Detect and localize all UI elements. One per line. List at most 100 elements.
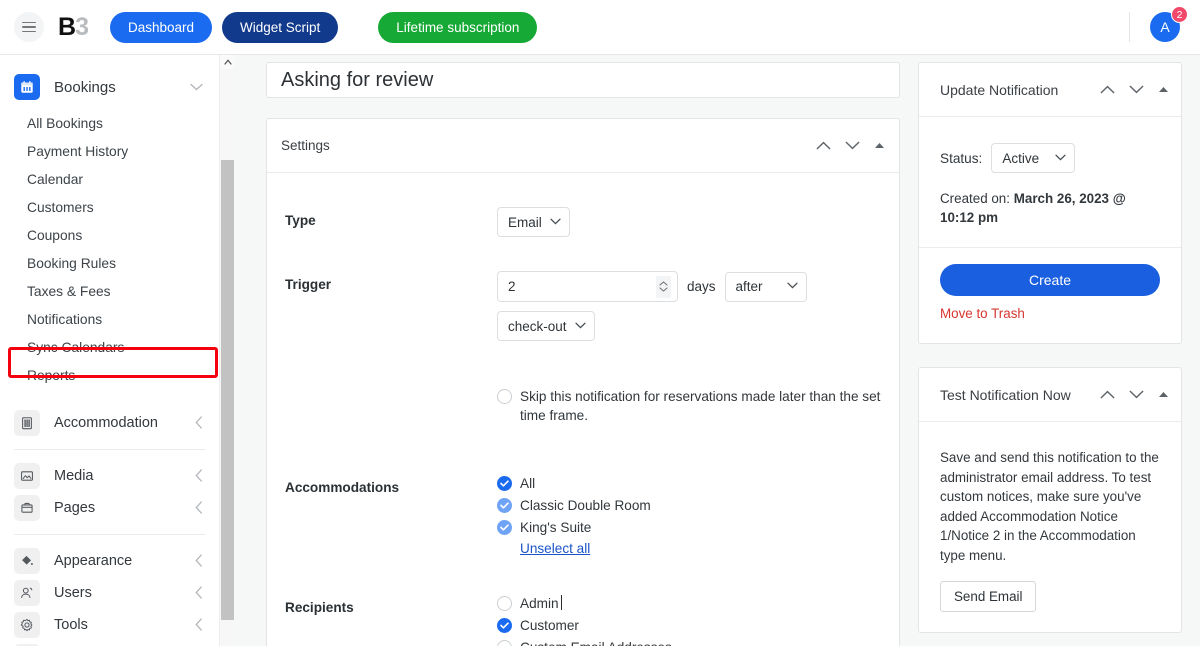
lifetime-subscription-button[interactable]: Lifetime subscription: [378, 11, 538, 43]
chevron-up-icon[interactable]: [1100, 85, 1115, 94]
status-row: Status: Active: [940, 143, 1160, 173]
quantity-stepper[interactable]: [656, 275, 671, 298]
chevron-left-icon[interactable]: [195, 617, 203, 633]
sidebar-scrollbar[interactable]: [219, 55, 235, 646]
page-title: Asking for review: [281, 68, 434, 91]
update-notification-panel: Update Notification Status: Active Creat…: [918, 62, 1182, 344]
chevron-down-icon: [786, 281, 798, 292]
logo-accent-letter: 3: [75, 12, 89, 41]
accommodation-label: King's Suite: [520, 520, 592, 535]
update-panel-footer: Create Move to Trash: [919, 247, 1181, 343]
sidebar-item-label: Pages: [54, 500, 96, 516]
recipient-label: Customer: [520, 618, 579, 633]
send-email-button[interactable]: Send Email: [940, 581, 1037, 612]
triangle-up-icon[interactable]: [1158, 86, 1169, 93]
chevron-down-icon[interactable]: [190, 81, 203, 93]
sidebar-item-partial[interactable]: [0, 641, 219, 646]
sidebar-item-sync-calendars[interactable]: Sync Calendars: [0, 333, 219, 361]
sidebar-item-accommodation[interactable]: Accommodation: [0, 407, 219, 439]
recipient-option-customer[interactable]: Customer: [497, 616, 883, 635]
create-button[interactable]: Create: [940, 264, 1160, 296]
sidebar-item-booking-rules[interactable]: Booking Rules: [0, 249, 219, 277]
sidebar-item-all-bookings[interactable]: All Bookings: [0, 109, 219, 137]
recipient-option-custom-email[interactable]: Custom Email Addresses: [497, 638, 883, 646]
settings-panel-header: Settings: [267, 119, 899, 173]
sidebar-item-payment-history[interactable]: Payment History: [0, 137, 219, 165]
scrollbar-thumb[interactable]: [221, 160, 234, 620]
skip-checkbox[interactable]: [497, 389, 512, 404]
checkbox-custom-email[interactable]: [497, 640, 512, 646]
skip-checkbox-row[interactable]: Skip this notification for reservations …: [497, 387, 883, 425]
chevron-down-icon[interactable]: [1129, 85, 1144, 94]
chevron-up-icon[interactable]: [1100, 390, 1115, 399]
chevron-left-icon[interactable]: [195, 553, 203, 569]
user-icon: [14, 580, 40, 606]
sidebar-item-coupons[interactable]: Coupons: [0, 221, 219, 249]
checkbox-all[interactable]: [497, 476, 512, 491]
recipient-option-admin[interactable]: Admin: [497, 594, 883, 613]
chevron-left-icon[interactable]: [195, 415, 203, 431]
update-panel-controls: [1100, 85, 1169, 94]
page-title-card[interactable]: Asking for review: [266, 62, 900, 98]
unselect-all-link[interactable]: Unselect all: [520, 541, 590, 556]
chevron-down-icon[interactable]: [1129, 390, 1144, 399]
chevron-left-icon[interactable]: [195, 500, 203, 516]
checkbox-customer[interactable]: [497, 618, 512, 633]
type-select[interactable]: Email: [497, 207, 570, 237]
checkbox-admin[interactable]: [497, 596, 512, 611]
chevron-down-icon: [574, 321, 586, 332]
sidebar-item-reports[interactable]: Reports: [0, 361, 219, 389]
sidebar-item-bookings[interactable]: Bookings: [0, 71, 219, 103]
sidebar-item-appearance[interactable]: Appearance: [0, 545, 219, 577]
accommodation-option-classic-double-room[interactable]: Classic Double Room: [497, 496, 883, 515]
status-value: Active: [1002, 150, 1040, 166]
recipient-label: Admin: [520, 595, 562, 611]
sidebar-item-users[interactable]: Users: [0, 577, 219, 609]
sidebar-item-taxes-fees[interactable]: Taxes & Fees: [0, 277, 219, 305]
sidebar-item-customers[interactable]: Customers: [0, 193, 219, 221]
notification-badge[interactable]: 2: [1171, 6, 1188, 23]
chevron-down-icon: [550, 217, 561, 228]
checkbox-classic-double-room[interactable]: [497, 498, 512, 513]
accommodation-option-kings-suite[interactable]: King's Suite: [497, 518, 883, 537]
trigger-control: 2 days after check-out: [497, 271, 899, 341]
sidebar-item-label: Accommodation: [54, 415, 158, 431]
sidebar-item-label: Users: [54, 585, 92, 601]
test-panel-header: Test Notification Now: [919, 368, 1181, 422]
field-row-accommodations: Accommodations All Classic Double Room K…: [267, 474, 899, 558]
accommodation-label: Classic Double Room: [520, 498, 651, 513]
chevron-left-icon[interactable]: [195, 468, 203, 484]
checkbox-kings-suite[interactable]: [497, 520, 512, 535]
trigger-event-select[interactable]: check-out: [497, 311, 595, 341]
dashboard-button[interactable]: Dashboard: [109, 11, 213, 43]
paint-icon: [14, 548, 40, 574]
app-logo[interactable]: B3: [58, 12, 89, 41]
status-select[interactable]: Active: [991, 143, 1076, 173]
image-icon: [14, 463, 40, 489]
chevron-down-icon[interactable]: [845, 141, 860, 150]
move-to-trash-link[interactable]: Move to Trash: [940, 306, 1025, 321]
chevron-left-icon[interactable]: [195, 585, 203, 601]
triangle-up-icon[interactable]: [1158, 391, 1169, 398]
sidebar-item-media[interactable]: Media: [0, 460, 219, 492]
hamburger-icon[interactable]: [14, 12, 44, 42]
avatar-wrapper[interactable]: A 2: [1150, 6, 1188, 42]
sidebar-item-tools[interactable]: Tools: [0, 609, 219, 641]
sidebar-item-notifications[interactable]: Notifications: [0, 305, 219, 333]
trigger-label: Trigger: [285, 277, 332, 292]
test-notification-panel: Test Notification Now Save and send this…: [918, 367, 1182, 633]
sidebar-item-calendar[interactable]: Calendar: [0, 165, 219, 193]
trigger-first-row: 2 days after: [497, 271, 883, 302]
trigger-days-value: 2: [508, 279, 516, 294]
scroll-up-arrow-icon[interactable]: [220, 55, 235, 69]
widget-script-button[interactable]: Widget Script: [222, 11, 339, 43]
settings-panel-controls: [816, 141, 885, 150]
accommodation-option-all[interactable]: All: [497, 474, 883, 493]
trigger-relation-select[interactable]: after: [724, 271, 807, 302]
sidebar-item-pages[interactable]: Pages: [0, 492, 219, 524]
triangle-up-icon[interactable]: [874, 142, 885, 149]
trigger-days-input[interactable]: 2: [497, 271, 678, 302]
recipients-label: Recipients: [285, 600, 354, 615]
field-row-type: Type Email: [267, 207, 899, 237]
chevron-up-icon[interactable]: [816, 141, 831, 150]
